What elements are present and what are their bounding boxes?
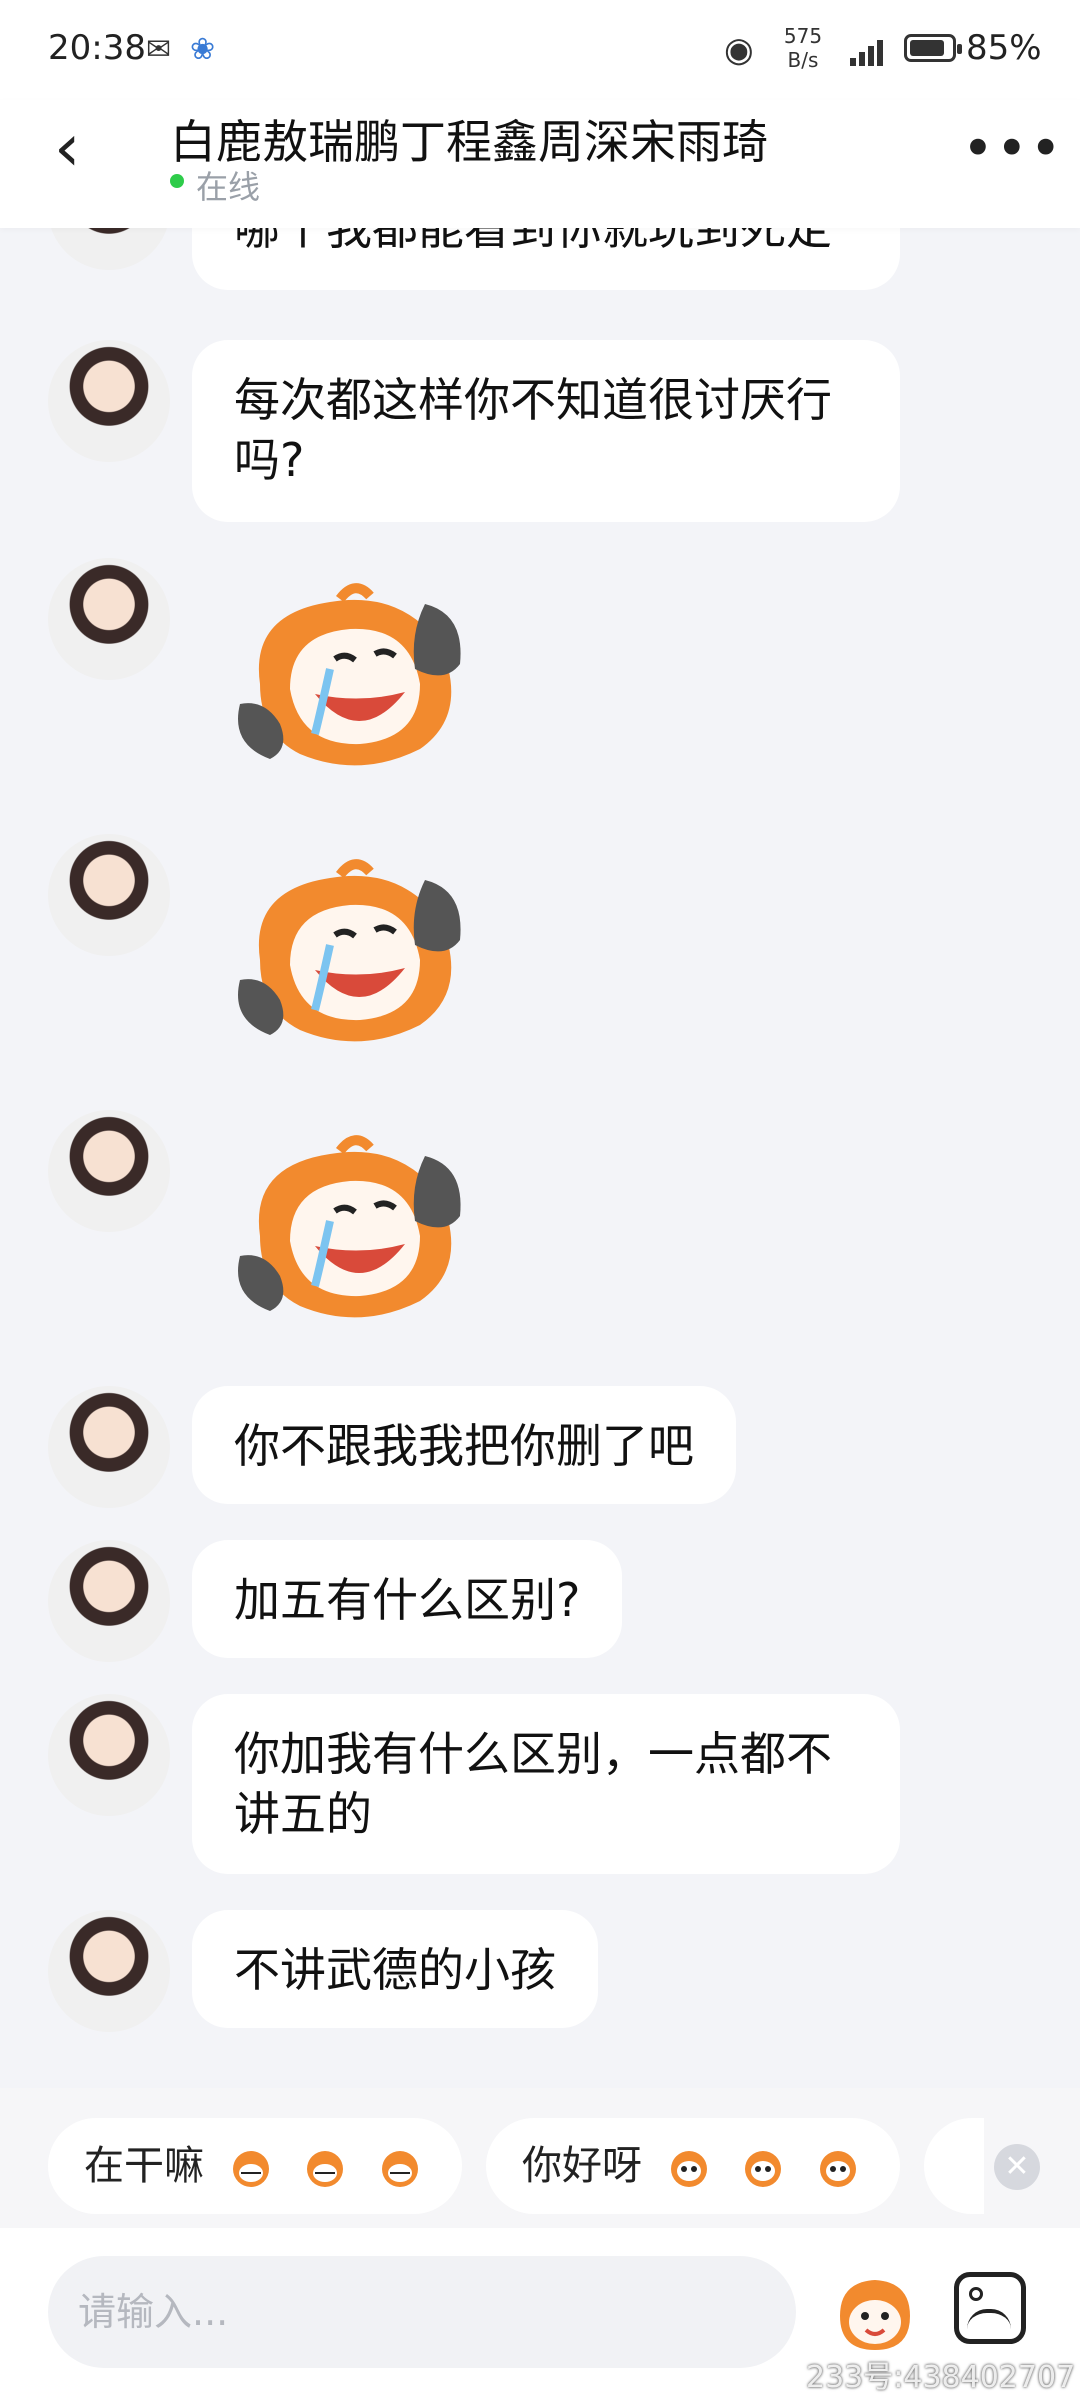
avatar[interactable]	[48, 834, 170, 956]
quick-reply-bar: 在干嘛 你好呀	[0, 2088, 1080, 2228]
message-text: 每次都这样你不知道很讨厌行吗?	[234, 373, 832, 487]
online-status: 在线	[196, 168, 261, 206]
chevron-left-icon[interactable]: ‹	[54, 115, 114, 182]
quick-reply-label: 你好呀	[522, 2143, 642, 2189]
image-icon[interactable]	[954, 2272, 1026, 2344]
battery-icon	[904, 34, 962, 62]
avatar[interactable]	[48, 1910, 170, 2032]
wechat-icon: ✉	[146, 32, 172, 67]
message-input[interactable]: 请输入...	[48, 2256, 796, 2368]
chat-header: ‹ 白鹿敖瑞鹏丁程鑫周深宋雨琦 在线 •••	[0, 100, 1080, 228]
crying-laughing-mascot-sticker[interactable]	[220, 1126, 490, 1326]
avatar[interactable]	[48, 558, 170, 680]
crying-laughing-mascot-sticker[interactable]	[220, 850, 490, 1050]
quick-reply-label: 在干嘛	[84, 2143, 204, 2189]
message-text: 你加我有什么区别，一点都不讲五的	[234, 1727, 832, 1841]
quick-reply-chip[interactable]: 在干嘛	[48, 2118, 462, 2214]
avatar[interactable]	[48, 340, 170, 462]
avatar[interactable]	[48, 1110, 170, 1232]
net-speed: 575 B/s	[776, 24, 830, 72]
mascot-face-icon	[735, 2147, 791, 2189]
avatar[interactable]	[48, 228, 170, 270]
quick-reply-chip[interactable]	[924, 2118, 984, 2214]
message-text: 加五有什么区别?	[234, 1573, 581, 1627]
grinning-mascot-icon	[223, 2147, 279, 2189]
status-bar: 20:38 ✉ ❀ ◉ 575 B/s 85%	[0, 0, 1080, 100]
net-speed-unit: B/s	[787, 48, 819, 72]
grinning-mascot-icon	[297, 2147, 353, 2189]
more-dots-icon[interactable]: •••	[962, 122, 1062, 182]
status-time: 20:38	[48, 28, 146, 68]
quick-reply-chip[interactable]: 你好呀	[486, 2118, 900, 2214]
mascot-emoji-icon[interactable]	[832, 2270, 918, 2356]
crying-laughing-mascot-sticker[interactable]	[220, 574, 490, 774]
net-speed-value: 575	[783, 24, 823, 48]
close-icon[interactable]: ✕	[994, 2144, 1040, 2190]
message-bubble[interactable]: 你不跟我我把你删了吧	[192, 1386, 736, 1504]
message-text: 不讲武德的小孩	[234, 1943, 556, 1997]
mascot-face-icon	[661, 2147, 717, 2189]
eye-icon: ◉	[724, 30, 754, 70]
battery-fill	[910, 40, 944, 56]
grinning-mascot-icon	[372, 2147, 428, 2189]
message-text: 你不跟我我把你删了吧	[234, 1419, 694, 1473]
battery-percent: 85%	[966, 28, 1042, 68]
signal-icon	[850, 34, 890, 66]
watermark: 233号:438402707	[806, 2360, 1076, 2395]
message-bubble[interactable]: 每次都这样你不知道很讨厌行吗?	[192, 340, 900, 522]
baidu-paw-icon: ❀	[190, 32, 216, 67]
online-status-dot	[170, 174, 184, 188]
message-bubble[interactable]: 不讲武德的小孩	[192, 1910, 598, 2028]
message-list[interactable]: 哪个我都能看到你就玩到死定 每次都这样你不知道很讨厌行吗? 你不跟我我把你删了吧…	[0, 228, 1080, 2088]
message-text: 哪个我都能看到你就玩到死定	[234, 228, 832, 255]
avatar[interactable]	[48, 1386, 170, 1508]
mascot-face-icon	[810, 2147, 866, 2189]
message-bubble[interactable]: 加五有什么区别?	[192, 1540, 623, 1658]
avatar[interactable]	[48, 1694, 170, 1816]
message-bubble[interactable]: 哪个我都能看到你就玩到死定	[192, 228, 900, 290]
message-bubble[interactable]: 你加我有什么区别，一点都不讲五的	[192, 1694, 900, 1874]
avatar[interactable]	[48, 1540, 170, 1662]
